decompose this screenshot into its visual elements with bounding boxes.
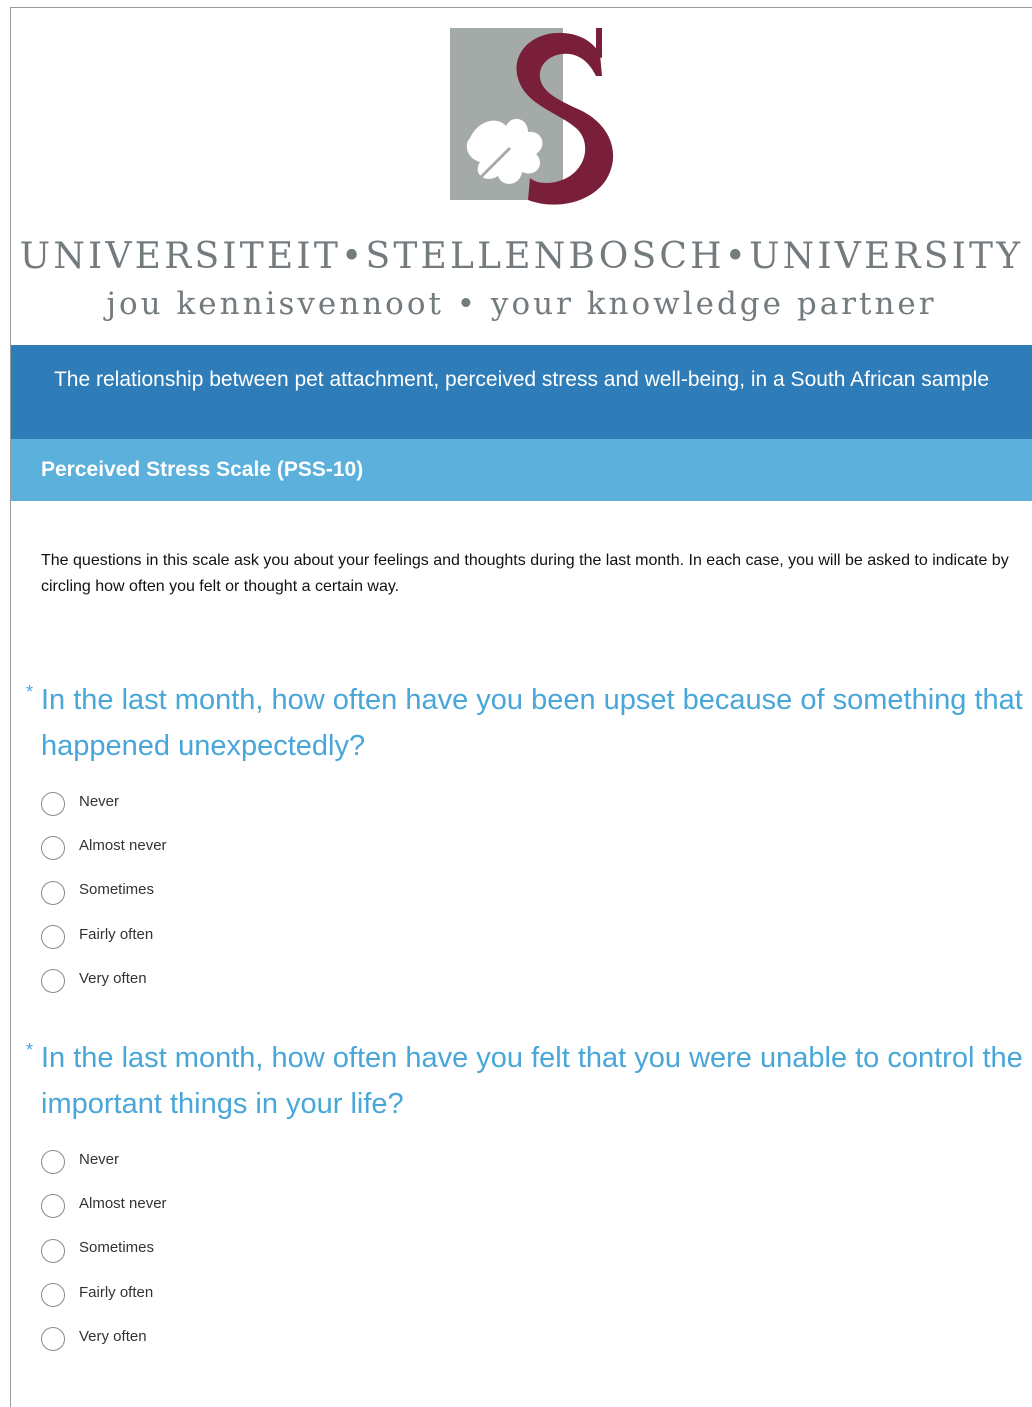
question-1: * In the last month, how often have you … bbox=[26, 677, 1026, 1016]
option-label: Never bbox=[79, 1150, 120, 1168]
option-label: Very often bbox=[79, 969, 147, 987]
radio-option-never[interactable]: Never bbox=[41, 779, 1026, 823]
question-text: In the last month, how often have you be… bbox=[41, 684, 1023, 762]
radio-button[interactable] bbox=[41, 1283, 65, 1308]
option-label: Fairly often bbox=[79, 925, 154, 943]
stellenbosch-crest-icon bbox=[450, 28, 614, 205]
radio-option-almost-never[interactable]: Almost never bbox=[41, 823, 1026, 867]
radio-button[interactable] bbox=[41, 836, 65, 861]
radio-button[interactable] bbox=[41, 969, 65, 994]
required-asterisk: * bbox=[26, 682, 34, 702]
radio-option-fairly-often[interactable]: Fairly often bbox=[41, 1270, 1026, 1314]
radio-option-never[interactable]: Never bbox=[41, 1137, 1026, 1181]
radio-button[interactable] bbox=[41, 1194, 65, 1219]
question-title: * In the last month, how often have you … bbox=[26, 677, 1026, 769]
radio-button[interactable] bbox=[41, 1327, 65, 1352]
radio-option-very-often[interactable]: Very often bbox=[41, 1314, 1026, 1358]
radio-option-sometimes[interactable]: Sometimes bbox=[41, 1226, 1026, 1270]
radio-button[interactable] bbox=[41, 1150, 65, 1175]
radio-option-fairly-often[interactable]: Fairly often bbox=[41, 912, 1026, 956]
section-title: Perceived Stress Scale (PSS-10) bbox=[11, 439, 1032, 501]
radio-group: Never Almost never Sometimes Fairly ofte… bbox=[41, 779, 1026, 1000]
option-label: Fairly often bbox=[79, 1283, 154, 1301]
question-title: * In the last month, how often have you … bbox=[26, 1035, 1026, 1127]
radio-option-very-often[interactable]: Very often bbox=[41, 956, 1026, 1000]
required-asterisk: * bbox=[26, 1040, 34, 1060]
radio-button[interactable] bbox=[41, 792, 65, 817]
question-text: In the last month, how often have you fe… bbox=[41, 1042, 1023, 1120]
radio-option-sometimes[interactable]: Sometimes bbox=[41, 868, 1026, 912]
university-header: UNIVERSITEIT•STELLENBOSCH•UNIVERSITY jou… bbox=[11, 8, 1032, 345]
radio-button[interactable] bbox=[41, 880, 65, 905]
intro-text: The questions in this scale ask you abou… bbox=[41, 552, 1009, 595]
university-motto: jou kennisvennoot • your knowledge partn… bbox=[106, 286, 937, 322]
radio-button[interactable] bbox=[41, 925, 65, 950]
option-label: Very often bbox=[79, 1327, 147, 1345]
radio-button[interactable] bbox=[41, 1238, 65, 1263]
question-2: * In the last month, how often have you … bbox=[26, 1035, 1026, 1374]
radio-group: Never Almost never Sometimes Fairly ofte… bbox=[41, 1137, 1026, 1358]
university-wordmark: UNIVERSITEIT•STELLENBOSCH•UNIVERSITY bbox=[19, 236, 1024, 277]
option-label: Sometimes bbox=[79, 881, 155, 899]
option-label: Almost never bbox=[79, 836, 167, 854]
option-label: Sometimes bbox=[79, 1239, 155, 1257]
option-label: Almost never bbox=[79, 1194, 167, 1212]
option-label: Never bbox=[79, 792, 120, 810]
radio-option-almost-never[interactable]: Almost never bbox=[41, 1181, 1026, 1225]
survey-title: The relationship between pet attachment,… bbox=[11, 345, 1032, 439]
